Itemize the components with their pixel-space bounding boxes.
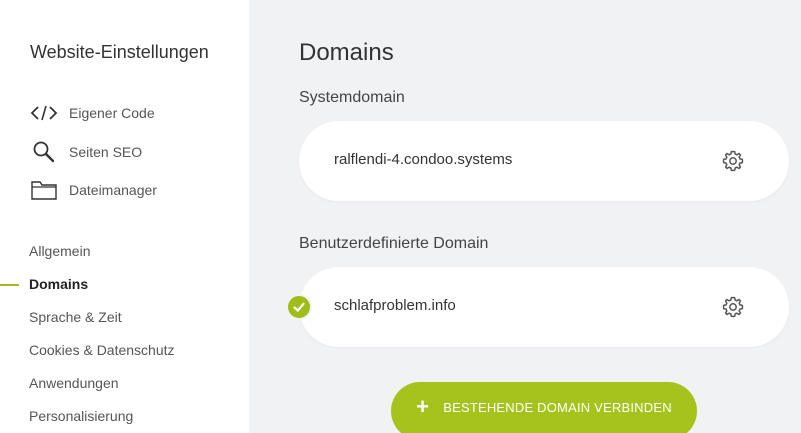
page-title: Domains — [299, 39, 394, 66]
custom-domain-settings-gear-icon[interactable] — [721, 295, 745, 319]
system-domain-card: ralflendi-4.condoo.systems — [299, 121, 789, 201]
custom-domain-heading: Benutzerdefinierte Domain — [299, 235, 489, 252]
verified-check-icon — [286, 294, 312, 320]
system-domain-heading: Systemdomain — [299, 89, 405, 106]
nav-item-cookies-privacy[interactable]: Cookies & Datenschutz — [29, 342, 175, 358]
nav-item-general[interactable]: Allgemein — [29, 243, 90, 259]
search-icon — [30, 140, 58, 164]
nav-item-applications[interactable]: Anwendungen — [29, 375, 119, 391]
active-nav-indicator — [0, 284, 19, 286]
nav-item-personalization[interactable]: Personalisierung — [29, 408, 133, 424]
custom-domain-card: schlafproblem.info — [299, 267, 789, 347]
nav-item-language-time[interactable]: Sprache & Zeit — [29, 309, 122, 325]
tool-custom-code-label: Eigener Code — [69, 105, 155, 121]
custom-domain-value: schlafproblem.info — [334, 297, 456, 314]
tool-file-manager[interactable]: Dateimanager — [30, 178, 157, 202]
code-icon — [30, 101, 58, 125]
sidebar-title: Website-Einstellungen — [30, 42, 209, 62]
tool-custom-code[interactable]: Eigener Code — [30, 101, 155, 125]
sidebar: Website-Einstellungen Eigener Code Seite… — [0, 0, 249, 433]
system-domain-settings-gear-icon[interactable] — [721, 149, 745, 173]
tool-file-manager-label: Dateimanager — [69, 182, 157, 198]
system-domain-value: ralflendi-4.condoo.systems — [334, 151, 513, 168]
tool-seo[interactable]: Seiten SEO — [30, 140, 142, 164]
nav-item-domains[interactable]: Domains — [29, 276, 88, 292]
tool-seo-label: Seiten SEO — [69, 144, 143, 160]
connect-existing-domain-label: BESTEHENDE DOMAIN VERBINDEN — [443, 399, 672, 415]
connect-existing-domain-button[interactable]: + BESTEHENDE DOMAIN VERBINDEN — [391, 382, 697, 433]
plus-icon: + — [416, 394, 430, 419]
folder-icon — [30, 178, 58, 202]
